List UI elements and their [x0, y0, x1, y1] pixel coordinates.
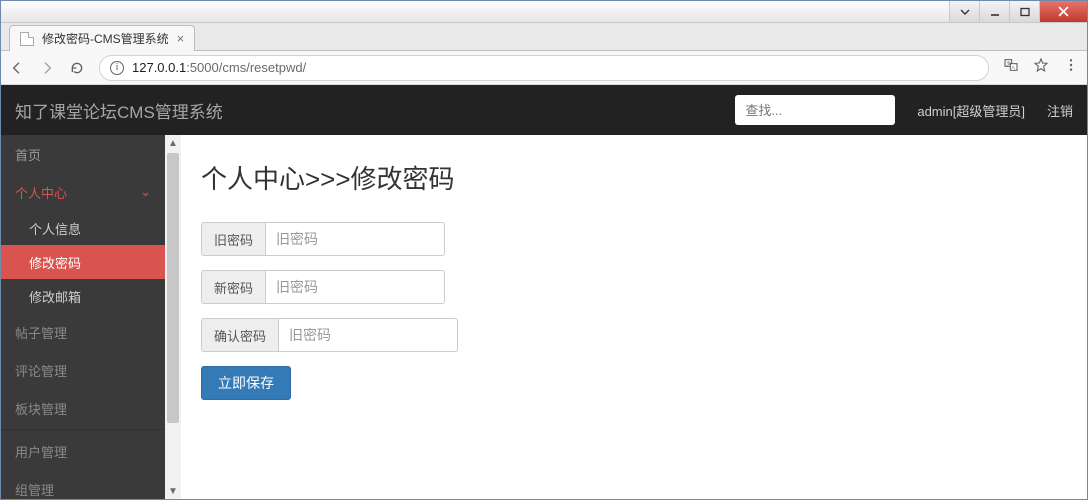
old-password-row: 旧密码 — [201, 222, 1087, 256]
new-password-input[interactable] — [265, 270, 445, 304]
window-control-bar — [1, 1, 1087, 23]
address-bar-actions: 文A — [1003, 57, 1079, 78]
sidebar-item-user-manage[interactable]: 用户管理 — [1, 432, 165, 470]
sidebar-item-label: 个人中心 — [15, 183, 67, 202]
top-navbar: 知了课堂论坛CMS管理系统 admin[超级管理员] 注销 — [1, 85, 1087, 135]
chevron-down-icon: ⌄ — [140, 184, 151, 200]
sidebar-item-comment-manage[interactable]: 评论管理 — [1, 351, 165, 389]
reload-button[interactable] — [69, 60, 85, 76]
new-password-label: 新密码 — [201, 270, 265, 304]
main-content: 个人中心>>>修改密码 旧密码 新密码 确认密码 立即保存 — [181, 135, 1087, 499]
logout-link[interactable]: 注销 — [1047, 101, 1073, 120]
sidebar-scrollbar[interactable]: ▲ ▼ — [165, 135, 181, 499]
translate-icon[interactable]: 文A — [1003, 57, 1019, 78]
sidebar-sub-change-password[interactable]: 修改密码 — [1, 245, 165, 279]
browser-tab[interactable]: 修改密码-CMS管理系统 × — [9, 25, 195, 51]
site-info-icon[interactable]: i — [110, 61, 124, 75]
window-close-button[interactable] — [1039, 1, 1087, 22]
url-host: 127.0.0.1 — [132, 60, 186, 75]
save-button[interactable]: 立即保存 — [201, 366, 291, 400]
address-bar: i 127.0.0.1:5000/cms/resetpwd/ 文A — [1, 51, 1087, 85]
url-port: :5000 — [186, 60, 219, 75]
sidebar-sub-personal-info[interactable]: 个人信息 — [1, 211, 165, 245]
window-dropdown-button[interactable] — [949, 1, 979, 22]
new-password-row: 新密码 — [201, 270, 1087, 304]
menu-icon[interactable] — [1063, 57, 1079, 78]
confirm-password-input[interactable] — [278, 318, 458, 352]
sidebar-sub-change-email[interactable]: 修改邮箱 — [1, 279, 165, 313]
url-path: /cms/resetpwd/ — [219, 60, 306, 75]
tab-title: 修改密码-CMS管理系统 — [42, 30, 169, 47]
sidebar-item-group-manage[interactable]: 组管理 — [1, 470, 165, 499]
sidebar: 首页 个人中心 ⌄ 个人信息 修改密码 修改邮箱 帖子管理 评论管理 板块管理 … — [1, 135, 181, 499]
tab-close-icon[interactable]: × — [177, 32, 185, 45]
window-maximize-button[interactable] — [1009, 1, 1039, 22]
sidebar-item-board-manage[interactable]: 板块管理 — [1, 389, 165, 427]
browser-window: 修改密码-CMS管理系统 × i 127.0.0.1:5000/cms/rese… — [0, 0, 1088, 500]
page-viewport: 知了课堂论坛CMS管理系统 admin[超级管理员] 注销 首页 个人中心 ⌄ … — [1, 85, 1087, 499]
address-input[interactable]: i 127.0.0.1:5000/cms/resetpwd/ — [99, 55, 989, 81]
sidebar-item-personal-center[interactable]: 个人中心 ⌄ — [1, 173, 165, 211]
sidebar-item-home[interactable]: 首页 — [1, 135, 165, 173]
back-button[interactable] — [9, 60, 25, 76]
svg-text:文: 文 — [1006, 60, 1011, 67]
scroll-down-icon[interactable]: ▼ — [165, 483, 181, 499]
old-password-input[interactable] — [265, 222, 445, 256]
sidebar-item-post-manage[interactable]: 帖子管理 — [1, 313, 165, 351]
confirm-password-label: 确认密码 — [201, 318, 278, 352]
scroll-up-icon[interactable]: ▲ — [165, 135, 181, 151]
brand-title[interactable]: 知了课堂论坛CMS管理系统 — [15, 98, 223, 123]
page-icon — [20, 32, 34, 46]
old-password-label: 旧密码 — [201, 222, 265, 256]
page-title: 个人中心>>>修改密码 — [201, 159, 1087, 196]
search-input[interactable] — [735, 95, 895, 125]
body-row: 首页 个人中心 ⌄ 个人信息 修改密码 修改邮箱 帖子管理 评论管理 板块管理 … — [1, 135, 1087, 499]
url-text: 127.0.0.1:5000/cms/resetpwd/ — [132, 60, 306, 75]
forward-button[interactable] — [39, 60, 55, 76]
user-link[interactable]: admin[超级管理员] — [917, 101, 1025, 120]
bookmark-icon[interactable] — [1033, 57, 1049, 78]
window-minimize-button[interactable] — [979, 1, 1009, 22]
scroll-thumb[interactable] — [167, 153, 179, 423]
confirm-password-row: 确认密码 — [201, 318, 1087, 352]
tab-strip: 修改密码-CMS管理系统 × — [1, 23, 1087, 51]
